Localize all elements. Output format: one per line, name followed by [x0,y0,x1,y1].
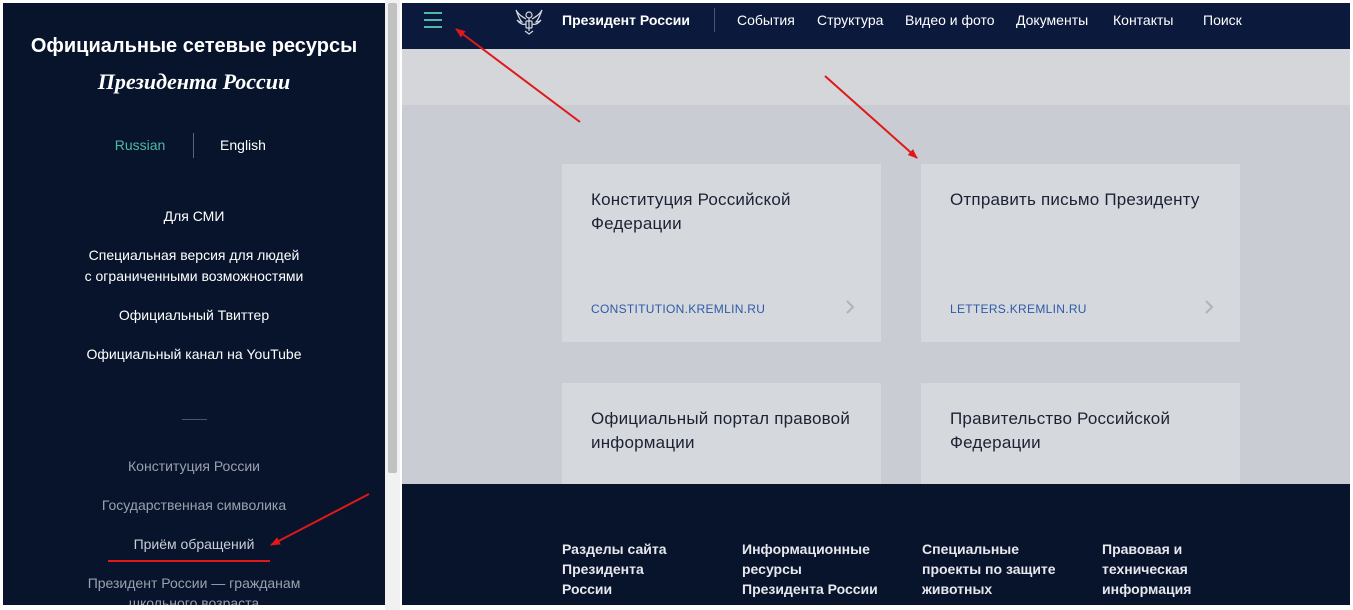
sidebar-link-twitter[interactable]: Официальный Твиттер [3,305,385,326]
sidebar-link-youtube[interactable]: Официальный канал на YouTube [3,344,385,365]
header-band [402,49,1350,105]
card-title: Конституция Российской Федерации [591,190,791,233]
footer-column-info-resources[interactable]: Информационные ресурсы Президента России [742,539,902,599]
header-divider [714,8,715,32]
footer: Разделы сайта Президента России Информац… [402,484,1350,605]
card-send-letter[interactable]: Отправить письмо Президенту LETTERS.KREM… [921,164,1240,342]
hamburger-menu-icon[interactable] [424,12,444,30]
nav-documents[interactable]: Документы [1016,12,1088,28]
side-menu-subtitle: Президента России [97,69,291,94]
card-title: Правительство Российской Федерации [950,409,1171,452]
coat-of-arms-icon [515,9,543,35]
language-divider [193,133,194,158]
chevron-right-icon [1205,300,1214,314]
sidebar-link-constitution[interactable]: Конституция России [3,456,385,476]
nav-structure[interactable]: Структура [817,12,883,28]
card-constitution[interactable]: Конституция Российской Федерации CONSTIT… [562,164,881,342]
sidebar-link-symbols[interactable]: Государственная символика [3,495,385,515]
side-menu: Официальные сетевые ресурсы Президента Р… [3,3,385,605]
language-english[interactable]: English [197,137,289,153]
card-link[interactable]: CONSTITUTION.KREMLIN.RU [591,302,765,316]
language-russian[interactable]: Russian [83,137,197,153]
card-title: Отправить письмо Президенту [950,190,1200,209]
main-content: Президент России События Структура Видео… [402,3,1350,605]
sidebar-link-appeals[interactable]: Приём обращений [3,534,385,554]
nav-contacts[interactable]: Контакты [1113,12,1173,28]
chevron-right-icon [846,300,855,314]
sidebar-scrollbar-thumb[interactable] [388,3,397,473]
sidebar-link-accessibility[interactable]: Специальная версия для людей с ограничен… [3,245,385,287]
nav-search[interactable]: Поиск [1203,12,1242,28]
nav-video-photo[interactable]: Видео и фото [905,12,995,28]
nav-events[interactable]: События [737,12,795,28]
page: Официальные сетевые ресурсы Президента Р… [0,0,1353,610]
card-government[interactable]: Правительство Российской Федерации [921,383,1240,484]
footer-column-special-projects[interactable]: Специальные проекты по защите животных [922,539,1082,599]
sidebar-link-media[interactable]: Для СМИ [3,206,385,227]
card-legal-portal[interactable]: Официальный портал правовой информации [562,383,881,484]
sidebar-link-for-schoolchildren[interactable]: Президент России — гражданам школьного в… [3,573,385,605]
footer-column-legal-info[interactable]: Правовая и техническая информация [1102,539,1262,599]
brand-link[interactable]: Президент России [562,12,690,28]
top-navigation-bar: Президент России События Структура Видео… [402,3,1350,49]
card-title: Официальный портал правовой информации [591,409,851,452]
sidebar-divider [182,419,207,420]
card-link[interactable]: LETTERS.KREMLIN.RU [950,302,1087,316]
footer-column-site-sections[interactable]: Разделы сайта Президента России [562,539,722,599]
side-menu-title: Официальные сетевые ресурсы [30,35,358,57]
